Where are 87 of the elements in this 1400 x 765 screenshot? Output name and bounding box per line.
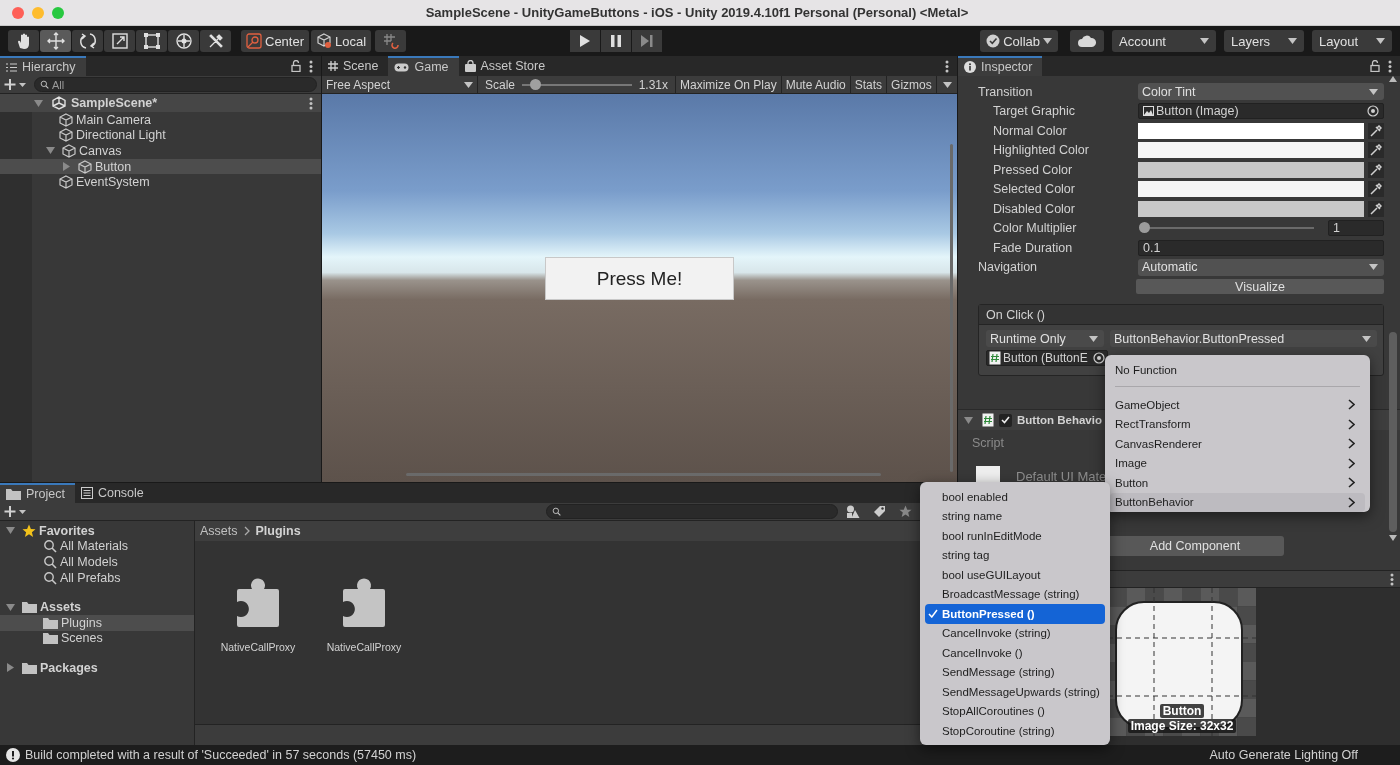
- console-tab[interactable]: Console: [74, 483, 154, 503]
- status-message: Build completed with a result of 'Succeeded' in 57 seconds (57450 ms): [25, 748, 418, 762]
- preview-size: Image Size: 32x32: [1127, 719, 1237, 733]
- property-label: Disabled Color: [992, 201, 1076, 216]
- ui-button[interactable]: Press Me!: [545, 257, 734, 300]
- preview-name: Button: [1159, 704, 1205, 718]
- menu-item[interactable]: BroadcastMessage (string): [925, 584, 1105, 604]
- project-tree-item[interactable]: Plugins: [61, 615, 102, 630]
- menu-item[interactable]: string tag: [925, 545, 1105, 565]
- file-name[interactable]: NativeCallProxy: [326, 641, 402, 653]
- dropdown-field[interactable]: Automatic: [1138, 258, 1384, 276]
- window-title: SampleScene - UnityGameButtons - iOS - Unity 2019.4.10f1 Personal (Personal) <Metal>: [424, 5, 970, 20]
- material-name: Default UI Mate: [1016, 468, 1107, 484]
- inspector-tab[interactable]: Inspector: [958, 56, 1043, 76]
- game-tab[interactable]: Game: [388, 56, 459, 76]
- property-label: Highlighted Color: [992, 143, 1090, 158]
- layers-dropdown[interactable]: Layers: [1224, 30, 1304, 52]
- hierarchy-item[interactable]: Main Camera: [76, 112, 152, 127]
- hierarchy-item[interactable]: Button: [95, 159, 132, 174]
- file-name[interactable]: NativeCallProxy: [220, 641, 296, 653]
- project-tree-item[interactable]: Packages: [40, 660, 98, 675]
- property-label: Pressed Color: [992, 162, 1074, 177]
- scene-tab[interactable]: Scene: [322, 56, 389, 76]
- menu-item[interactable]: bool enabled: [925, 487, 1105, 507]
- pivot-button[interactable]: Center: [241, 30, 310, 52]
- property-label: Target Graphic: [992, 104, 1076, 119]
- menu-item[interactable]: Button: [1110, 473, 1365, 493]
- menu-item[interactable]: SendMessageUpwards (string): [925, 682, 1105, 702]
- menu-item[interactable]: SendMessage (string): [925, 662, 1105, 682]
- game-view-toggle[interactable]: Stats: [849, 76, 887, 93]
- search-field[interactable]: All: [34, 77, 317, 92]
- menu-item[interactable]: string name: [925, 506, 1105, 526]
- menu-item[interactable]: GameObject: [1110, 395, 1365, 415]
- event-title: On Click (): [986, 307, 1046, 322]
- menu-item[interactable]: StopCoroutine (string): [925, 721, 1105, 741]
- game-view-toggle[interactable]: Maximize On Play: [675, 76, 781, 93]
- menu-item[interactable]: CancelInvoke (string): [925, 623, 1105, 643]
- menu-item[interactable]: CanvasRenderer: [1110, 434, 1365, 454]
- aspect-dropdown[interactable]: Free Aspect: [322, 76, 477, 93]
- menu-item[interactable]: ButtonPressed (): [925, 604, 1105, 624]
- layout-dropdown[interactable]: Layout: [1312, 30, 1392, 52]
- scale-label: Scale: [485, 77, 516, 92]
- number-field[interactable]: 1: [1328, 220, 1384, 237]
- menu-item[interactable]: RectTransform: [1110, 414, 1365, 434]
- object-field[interactable]: Button (ButtonE: [986, 350, 1108, 366]
- menu-item[interactable]: Image: [1110, 453, 1365, 473]
- project-tree-item[interactable]: Scenes: [61, 631, 103, 646]
- number-field[interactable]: 0.1: [1138, 239, 1384, 256]
- property-label: Navigation: [978, 260, 1039, 275]
- component-title: Button Behavio: [1017, 414, 1102, 426]
- menu-item[interactable]: StopAllCoroutines (): [925, 701, 1105, 721]
- project-tree-item[interactable]: All Materials: [60, 539, 129, 554]
- project-tree-item[interactable]: All Models: [60, 555, 118, 569]
- runtime-dropdown[interactable]: Runtime Only: [986, 330, 1104, 347]
- property-label: Fade Duration: [992, 240, 1074, 255]
- menu-item[interactable]: bool runInEditMode: [925, 526, 1105, 546]
- property-label: Script: [972, 436, 1004, 450]
- store-tab[interactable]: Asset Store: [458, 56, 556, 76]
- breadcrumb-item[interactable]: Plugins: [255, 524, 301, 538]
- dropdown-field[interactable]: Color Tint: [1138, 83, 1384, 101]
- menu-item[interactable]: ButtonBehavior: [1110, 492, 1365, 512]
- property-label: Selected Color: [992, 182, 1076, 197]
- project-tree-item[interactable]: Assets: [40, 600, 81, 615]
- menu-item[interactable]: bool useGUILayout: [925, 565, 1105, 585]
- project-tree-item[interactable]: All Prefabs: [60, 570, 121, 585]
- hierarchy-item[interactable]: Canvas: [79, 144, 122, 158]
- menu-item[interactable]: No Function: [1110, 360, 1365, 380]
- hierarchy-tab[interactable]: Hierarchy: [0, 56, 86, 76]
- lighting-status[interactable]: Auto Generate Lighting Off: [1209, 748, 1394, 762]
- function-dropdown[interactable]: ButtonBehavior.ButtonPressed: [1110, 330, 1377, 347]
- account-dropdown[interactable]: Account: [1112, 30, 1216, 52]
- object-field[interactable]: Button (Image): [1138, 103, 1384, 120]
- breadcrumb-item[interactable]: Assets: [200, 524, 238, 538]
- menu-item[interactable]: CancelInvoke (): [925, 643, 1105, 663]
- space-button[interactable]: Local: [311, 30, 372, 52]
- hierarchy-item[interactable]: EventSystem: [76, 175, 150, 190]
- game-view-toggle[interactable]: Mute Audio: [780, 76, 850, 93]
- property-label: Color Multiplier: [992, 221, 1078, 236]
- property-label: Normal Color: [992, 123, 1068, 138]
- visualize-button[interactable]: Visualize: [1136, 279, 1384, 294]
- property-label: Transition: [978, 84, 1034, 99]
- scale-reading: 1.31x: [638, 77, 668, 92]
- hierarchy-item[interactable]: Directional Light: [76, 128, 166, 143]
- collab-dropdown[interactable]: Collab: [980, 30, 1058, 52]
- project-tree-item[interactable]: Favorites: [39, 523, 95, 538]
- project-tab[interactable]: Project: [0, 483, 75, 503]
- game-view-toggle[interactable]: Gizmos: [886, 76, 936, 93]
